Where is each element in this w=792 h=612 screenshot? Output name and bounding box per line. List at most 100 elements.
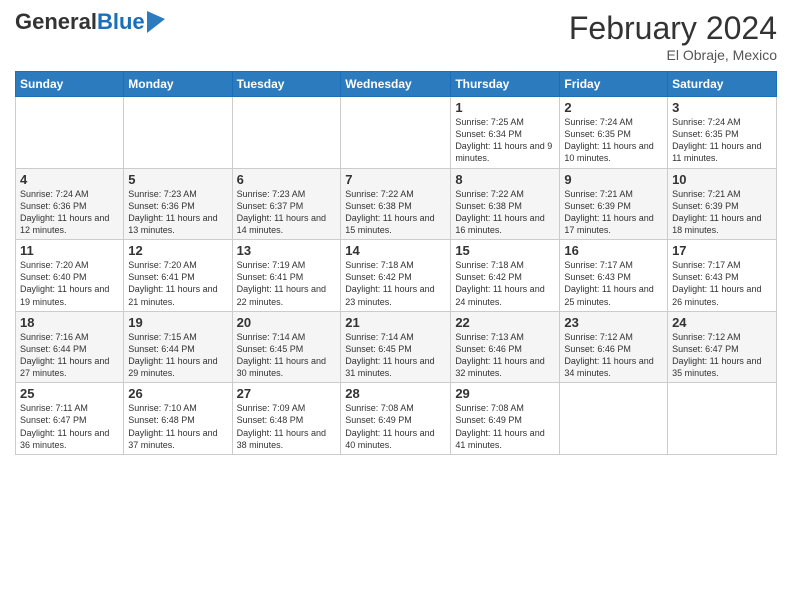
calendar-cell: 26Sunrise: 7:10 AMSunset: 6:48 PMDayligh… bbox=[124, 383, 232, 455]
location: El Obraje, Mexico bbox=[569, 47, 777, 63]
day-number: 20 bbox=[237, 315, 337, 330]
logo-icon bbox=[147, 11, 165, 33]
day-number: 25 bbox=[20, 386, 119, 401]
day-number: 29 bbox=[455, 386, 555, 401]
calendar-cell: 20Sunrise: 7:14 AMSunset: 6:45 PMDayligh… bbox=[232, 311, 341, 383]
day-info: Sunrise: 7:20 AMSunset: 6:40 PMDaylight:… bbox=[20, 259, 119, 308]
month-year: February 2024 bbox=[569, 10, 777, 47]
day-info: Sunrise: 7:14 AMSunset: 6:45 PMDaylight:… bbox=[237, 331, 337, 380]
col-monday: Monday bbox=[124, 72, 232, 97]
calendar-cell: 22Sunrise: 7:13 AMSunset: 6:46 PMDayligh… bbox=[451, 311, 560, 383]
day-number: 6 bbox=[237, 172, 337, 187]
calendar-cell: 21Sunrise: 7:14 AMSunset: 6:45 PMDayligh… bbox=[341, 311, 451, 383]
calendar-table: Sunday Monday Tuesday Wednesday Thursday… bbox=[15, 71, 777, 455]
calendar-cell: 23Sunrise: 7:12 AMSunset: 6:46 PMDayligh… bbox=[560, 311, 668, 383]
day-number: 5 bbox=[128, 172, 227, 187]
calendar-cell: 17Sunrise: 7:17 AMSunset: 6:43 PMDayligh… bbox=[668, 240, 777, 312]
calendar-cell: 3Sunrise: 7:24 AMSunset: 6:35 PMDaylight… bbox=[668, 97, 777, 169]
page: GeneralBlue February 2024 El Obraje, Mex… bbox=[0, 0, 792, 612]
col-saturday: Saturday bbox=[668, 72, 777, 97]
day-info: Sunrise: 7:18 AMSunset: 6:42 PMDaylight:… bbox=[345, 259, 446, 308]
day-info: Sunrise: 7:24 AMSunset: 6:35 PMDaylight:… bbox=[672, 116, 772, 165]
col-friday: Friday bbox=[560, 72, 668, 97]
calendar-cell: 7Sunrise: 7:22 AMSunset: 6:38 PMDaylight… bbox=[341, 168, 451, 240]
day-number: 7 bbox=[345, 172, 446, 187]
day-number: 15 bbox=[455, 243, 555, 258]
day-number: 11 bbox=[20, 243, 119, 258]
calendar-cell bbox=[124, 97, 232, 169]
day-info: Sunrise: 7:25 AMSunset: 6:34 PMDaylight:… bbox=[455, 116, 555, 165]
calendar-cell: 15Sunrise: 7:18 AMSunset: 6:42 PMDayligh… bbox=[451, 240, 560, 312]
calendar-cell bbox=[16, 97, 124, 169]
day-number: 8 bbox=[455, 172, 555, 187]
day-info: Sunrise: 7:10 AMSunset: 6:48 PMDaylight:… bbox=[128, 402, 227, 451]
header: GeneralBlue February 2024 El Obraje, Mex… bbox=[15, 10, 777, 63]
day-info: Sunrise: 7:09 AMSunset: 6:48 PMDaylight:… bbox=[237, 402, 337, 451]
logo-general-text: General bbox=[15, 9, 97, 34]
day-info: Sunrise: 7:13 AMSunset: 6:46 PMDaylight:… bbox=[455, 331, 555, 380]
calendar-cell: 27Sunrise: 7:09 AMSunset: 6:48 PMDayligh… bbox=[232, 383, 341, 455]
day-number: 22 bbox=[455, 315, 555, 330]
day-info: Sunrise: 7:23 AMSunset: 6:37 PMDaylight:… bbox=[237, 188, 337, 237]
week-row-2: 4Sunrise: 7:24 AMSunset: 6:36 PMDaylight… bbox=[16, 168, 777, 240]
day-info: Sunrise: 7:22 AMSunset: 6:38 PMDaylight:… bbox=[455, 188, 555, 237]
day-number: 3 bbox=[672, 100, 772, 115]
day-number: 10 bbox=[672, 172, 772, 187]
day-info: Sunrise: 7:24 AMSunset: 6:35 PMDaylight:… bbox=[564, 116, 663, 165]
calendar-cell: 5Sunrise: 7:23 AMSunset: 6:36 PMDaylight… bbox=[124, 168, 232, 240]
day-number: 13 bbox=[237, 243, 337, 258]
calendar-cell bbox=[341, 97, 451, 169]
day-number: 23 bbox=[564, 315, 663, 330]
day-info: Sunrise: 7:21 AMSunset: 6:39 PMDaylight:… bbox=[564, 188, 663, 237]
day-info: Sunrise: 7:24 AMSunset: 6:36 PMDaylight:… bbox=[20, 188, 119, 237]
calendar-cell bbox=[668, 383, 777, 455]
col-thursday: Thursday bbox=[451, 72, 560, 97]
calendar-cell: 29Sunrise: 7:08 AMSunset: 6:49 PMDayligh… bbox=[451, 383, 560, 455]
calendar-cell: 28Sunrise: 7:08 AMSunset: 6:49 PMDayligh… bbox=[341, 383, 451, 455]
calendar-cell: 19Sunrise: 7:15 AMSunset: 6:44 PMDayligh… bbox=[124, 311, 232, 383]
logo: GeneralBlue bbox=[15, 10, 165, 34]
day-info: Sunrise: 7:12 AMSunset: 6:46 PMDaylight:… bbox=[564, 331, 663, 380]
day-number: 21 bbox=[345, 315, 446, 330]
calendar-cell: 16Sunrise: 7:17 AMSunset: 6:43 PMDayligh… bbox=[560, 240, 668, 312]
day-info: Sunrise: 7:23 AMSunset: 6:36 PMDaylight:… bbox=[128, 188, 227, 237]
logo-blue-text: Blue bbox=[97, 9, 145, 34]
calendar-cell: 1Sunrise: 7:25 AMSunset: 6:34 PMDaylight… bbox=[451, 97, 560, 169]
col-tuesday: Tuesday bbox=[232, 72, 341, 97]
calendar-cell: 4Sunrise: 7:24 AMSunset: 6:36 PMDaylight… bbox=[16, 168, 124, 240]
day-number: 28 bbox=[345, 386, 446, 401]
day-number: 18 bbox=[20, 315, 119, 330]
day-number: 2 bbox=[564, 100, 663, 115]
day-info: Sunrise: 7:16 AMSunset: 6:44 PMDaylight:… bbox=[20, 331, 119, 380]
day-number: 27 bbox=[237, 386, 337, 401]
calendar-cell bbox=[232, 97, 341, 169]
day-info: Sunrise: 7:11 AMSunset: 6:47 PMDaylight:… bbox=[20, 402, 119, 451]
day-info: Sunrise: 7:12 AMSunset: 6:47 PMDaylight:… bbox=[672, 331, 772, 380]
week-row-1: 1Sunrise: 7:25 AMSunset: 6:34 PMDaylight… bbox=[16, 97, 777, 169]
calendar-cell: 18Sunrise: 7:16 AMSunset: 6:44 PMDayligh… bbox=[16, 311, 124, 383]
day-number: 1 bbox=[455, 100, 555, 115]
day-number: 24 bbox=[672, 315, 772, 330]
day-info: Sunrise: 7:08 AMSunset: 6:49 PMDaylight:… bbox=[345, 402, 446, 451]
day-info: Sunrise: 7:08 AMSunset: 6:49 PMDaylight:… bbox=[455, 402, 555, 451]
week-row-4: 18Sunrise: 7:16 AMSunset: 6:44 PMDayligh… bbox=[16, 311, 777, 383]
day-info: Sunrise: 7:14 AMSunset: 6:45 PMDaylight:… bbox=[345, 331, 446, 380]
calendar-cell bbox=[560, 383, 668, 455]
day-number: 12 bbox=[128, 243, 227, 258]
calendar-cell: 9Sunrise: 7:21 AMSunset: 6:39 PMDaylight… bbox=[560, 168, 668, 240]
day-number: 9 bbox=[564, 172, 663, 187]
day-info: Sunrise: 7:17 AMSunset: 6:43 PMDaylight:… bbox=[672, 259, 772, 308]
calendar-cell: 12Sunrise: 7:20 AMSunset: 6:41 PMDayligh… bbox=[124, 240, 232, 312]
col-wednesday: Wednesday bbox=[341, 72, 451, 97]
day-number: 14 bbox=[345, 243, 446, 258]
day-info: Sunrise: 7:18 AMSunset: 6:42 PMDaylight:… bbox=[455, 259, 555, 308]
day-info: Sunrise: 7:15 AMSunset: 6:44 PMDaylight:… bbox=[128, 331, 227, 380]
calendar-body: 1Sunrise: 7:25 AMSunset: 6:34 PMDaylight… bbox=[16, 97, 777, 455]
calendar-cell: 13Sunrise: 7:19 AMSunset: 6:41 PMDayligh… bbox=[232, 240, 341, 312]
header-row: Sunday Monday Tuesday Wednesday Thursday… bbox=[16, 72, 777, 97]
calendar-cell: 2Sunrise: 7:24 AMSunset: 6:35 PMDaylight… bbox=[560, 97, 668, 169]
calendar-cell: 11Sunrise: 7:20 AMSunset: 6:40 PMDayligh… bbox=[16, 240, 124, 312]
day-info: Sunrise: 7:22 AMSunset: 6:38 PMDaylight:… bbox=[345, 188, 446, 237]
day-number: 26 bbox=[128, 386, 227, 401]
calendar-header: Sunday Monday Tuesday Wednesday Thursday… bbox=[16, 72, 777, 97]
